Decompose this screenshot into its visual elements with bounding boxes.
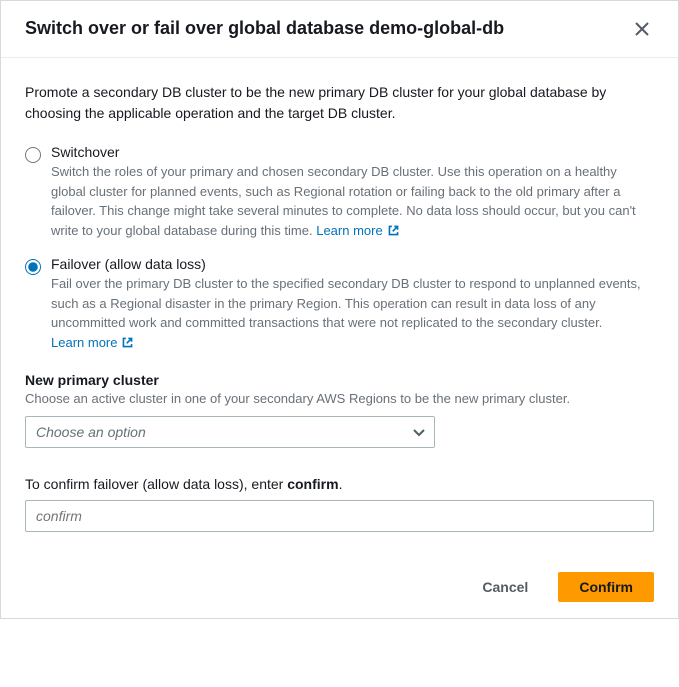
failover-modal: Switch over or fail over global database… — [0, 0, 679, 619]
failover-content: Failover (allow data loss) Fail over the… — [51, 256, 654, 352]
external-link-icon — [121, 336, 134, 349]
cancel-button[interactable]: Cancel — [462, 572, 548, 602]
failover-radio[interactable] — [25, 259, 41, 275]
switchover-radio[interactable] — [25, 147, 41, 163]
close-icon — [634, 21, 650, 37]
failover-description: Fail over the primary DB cluster to the … — [51, 274, 654, 352]
switchover-content: Switchover Switch the roles of your prim… — [51, 144, 654, 240]
primary-cluster-sub: Choose an active cluster in one of your … — [25, 390, 654, 408]
operation-radio-group: Switchover Switch the roles of your prim… — [25, 144, 654, 352]
primary-cluster-select[interactable]: Choose an option — [25, 416, 435, 448]
modal-footer: Cancel Confirm — [1, 556, 678, 618]
confirm-input[interactable] — [25, 500, 654, 532]
close-button[interactable] — [630, 17, 654, 41]
external-link-icon — [387, 224, 400, 237]
primary-cluster-section: New primary cluster Choose an active clu… — [25, 372, 654, 448]
switchover-description: Switch the roles of your primary and cho… — [51, 162, 654, 240]
modal-title: Switch over or fail over global database… — [25, 17, 504, 40]
confirm-instruction: To confirm failover (allow data loss), e… — [25, 476, 654, 492]
failover-label[interactable]: Failover (allow data loss) — [51, 256, 206, 272]
switchover-learn-more-link[interactable]: Learn more — [316, 221, 399, 241]
confirm-section: To confirm failover (allow data loss), e… — [25, 476, 654, 532]
failover-learn-more-link[interactable]: Learn more — [51, 333, 134, 353]
confirm-button[interactable]: Confirm — [558, 572, 654, 602]
switchover-label[interactable]: Switchover — [51, 144, 119, 160]
failover-option[interactable]: Failover (allow data loss) Fail over the… — [25, 256, 654, 352]
modal-body: Promote a secondary DB cluster to be the… — [1, 58, 678, 556]
primary-cluster-label: New primary cluster — [25, 372, 654, 388]
switchover-option[interactable]: Switchover Switch the roles of your prim… — [25, 144, 654, 240]
intro-text: Promote a secondary DB cluster to be the… — [25, 82, 654, 124]
modal-header: Switch over or fail over global database… — [1, 1, 678, 58]
primary-cluster-select-wrapper: Choose an option — [25, 416, 435, 448]
